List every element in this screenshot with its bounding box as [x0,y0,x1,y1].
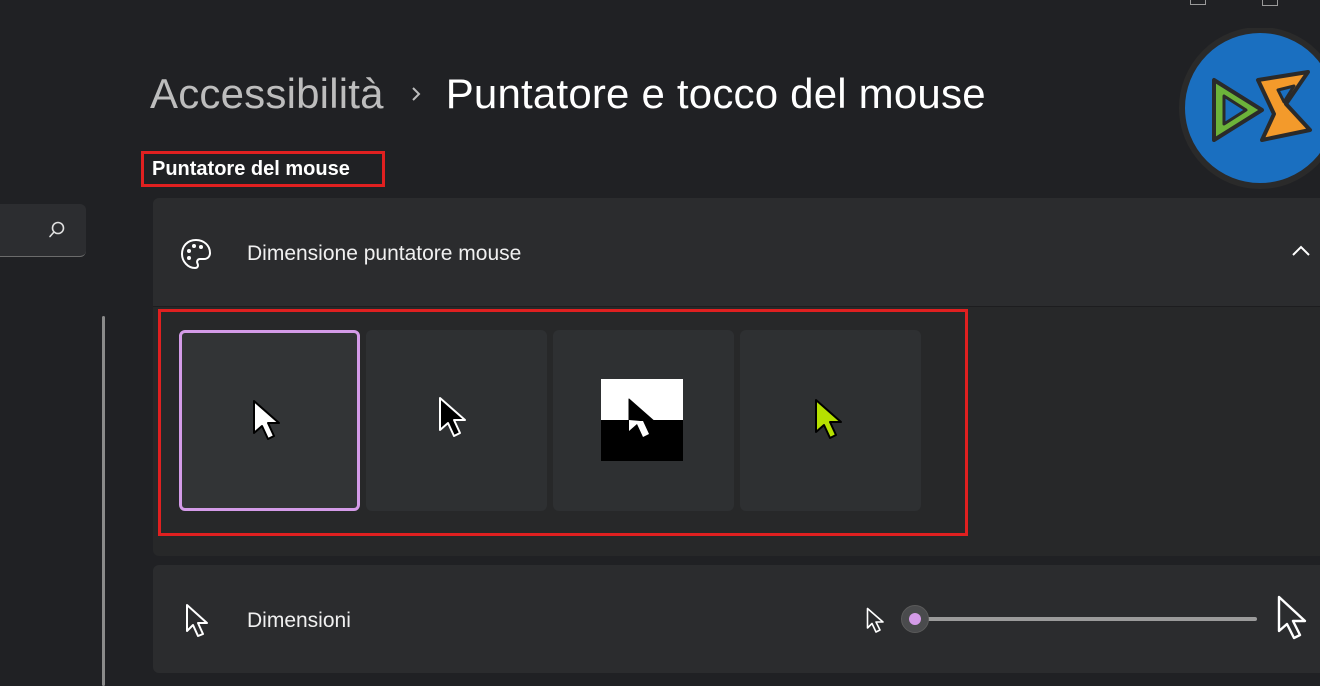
pointer-icon [185,603,211,644]
search-input[interactable] [0,204,86,257]
palette-icon [179,237,213,276]
channel-logo [1178,27,1320,190]
breadcrumb: Accessibilità Puntatore e tocco del mous… [150,70,986,118]
chevron-up-icon[interactable] [1291,244,1311,263]
white-pointer-icon [253,400,280,440]
black-pointer-icon [439,397,466,437]
pointer-style-inverted[interactable] [553,330,734,511]
sidebar-scrollbar[interactable] [102,316,105,686]
custom-color-pointer-icon [815,399,842,439]
inverted-preview [601,379,683,461]
chevron-right-icon [410,85,422,103]
pointer-size-slider-track[interactable] [917,617,1257,621]
minimize-button[interactable] [1190,0,1206,5]
pointer-style-card-header[interactable]: Dimensione puntatore mouse [153,198,1320,307]
pointer-style-black[interactable] [366,330,547,511]
maximize-button[interactable] [1262,0,1278,6]
pointer-size-label: Dimensioni [247,609,351,632]
navigation-sidebar [0,0,120,686]
inverted-pointer-icon [628,398,655,438]
small-pointer-icon [866,607,886,640]
page-title: Puntatore e tocco del mouse [445,70,986,117]
pointer-style-label: Dimensione puntatore mouse [247,242,522,265]
breadcrumb-parent-link[interactable]: Accessibilità [150,70,384,118]
pointer-style-custom[interactable] [740,330,921,511]
pointer-size-slider-thumb[interactable] [901,605,929,633]
search-icon [49,221,65,238]
pointer-style-white[interactable] [179,330,360,511]
large-pointer-icon [1277,595,1311,646]
pointer-size-card: Dimensioni [153,565,1320,673]
section-heading: Puntatore del mouse [141,151,385,187]
